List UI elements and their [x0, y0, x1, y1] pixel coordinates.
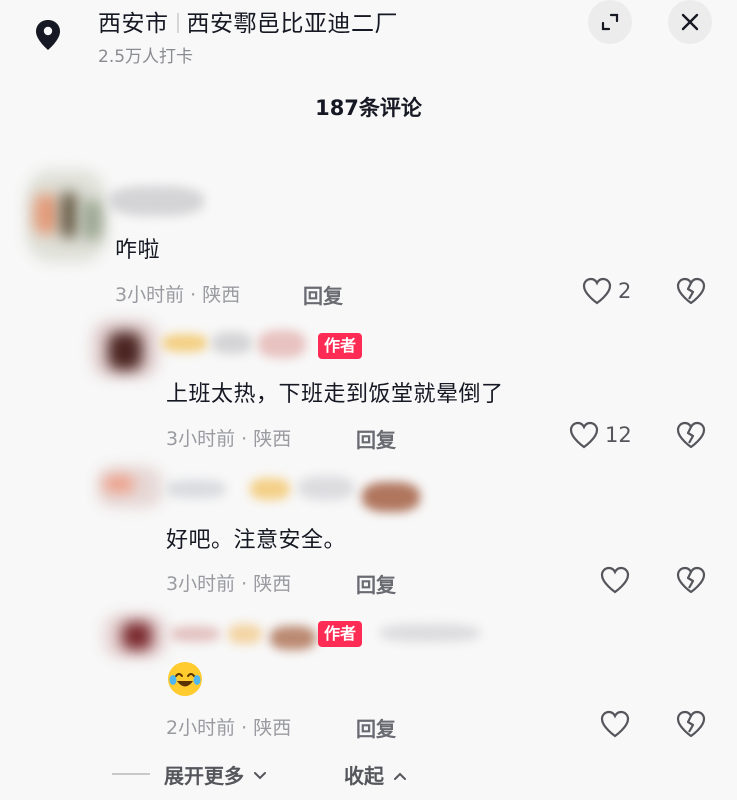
avatar[interactable]	[22, 170, 108, 262]
username-blurred[interactable]	[166, 472, 436, 526]
collapse-button[interactable]: 收起	[344, 760, 407, 789]
like-button[interactable]	[600, 710, 630, 738]
broken-heart-icon[interactable]	[676, 710, 706, 738]
crying-laughing-emoji-icon	[169, 673, 201, 687]
chevron-down-icon	[253, 772, 266, 780]
comment-time: 3小时前	[115, 284, 185, 306]
comment-region: 陕西	[253, 573, 292, 595]
place-name: 西安鄠邑比亚迪二厂	[186, 11, 398, 37]
reply-button[interactable]: 回复	[356, 713, 396, 742]
username-blurred[interactable]	[380, 620, 484, 650]
avatar[interactable]	[98, 462, 166, 512]
comment-region: 陕西	[202, 284, 241, 306]
comment-region: 陕西	[253, 717, 292, 739]
avatar[interactable]	[104, 610, 170, 662]
title-divider	[176, 13, 179, 33]
crying-laughing-emoji	[168, 662, 202, 696]
city-name: 西安市	[98, 11, 169, 37]
comment-time: 3小时前	[166, 573, 236, 595]
expand-more-label: 展开更多	[164, 764, 244, 788]
comment-meta: 2小时前 · 陕西	[166, 717, 292, 739]
username-blurred[interactable]	[170, 616, 320, 660]
comment-meta: 3小时前 · 陕西	[166, 428, 292, 450]
broken-heart-icon[interactable]	[676, 566, 706, 594]
heart-icon	[600, 710, 630, 738]
comment-meta: 3小时前 · 陕西	[166, 573, 292, 595]
author-tag: 作者	[318, 333, 363, 359]
close-icon	[681, 13, 699, 31]
comment-text: 好吧。注意安全。	[166, 528, 347, 553]
broken-heart-icon[interactable]	[676, 277, 706, 305]
comment-text: 咋啦	[115, 238, 161, 263]
like-button[interactable]: 12	[569, 421, 632, 449]
location-title[interactable]: 西安市 西安鄠邑比亚迪二厂	[98, 4, 398, 38]
close-button[interactable]	[668, 0, 712, 44]
reply-button[interactable]: 回复	[356, 569, 396, 598]
username-blurred[interactable]	[162, 326, 312, 370]
heart-icon	[582, 277, 612, 305]
expand-button[interactable]	[588, 0, 632, 44]
expand-more-button[interactable]: 展开更多	[164, 760, 267, 789]
avatar[interactable]	[92, 316, 162, 382]
chevron-up-icon	[393, 772, 406, 780]
username-blurred[interactable]	[108, 184, 208, 220]
comment-count: 187条评论	[315, 96, 422, 120]
footer-divider	[112, 773, 150, 775]
comment-time: 3小时前	[166, 428, 236, 450]
like-count: 2	[618, 279, 632, 303]
broken-heart-icon[interactable]	[676, 421, 706, 449]
comment-meta: 3小时前 · 陕西	[115, 284, 241, 306]
heart-icon	[600, 566, 630, 594]
like-count: 12	[605, 423, 632, 447]
heart-icon	[569, 421, 599, 449]
collapse-label: 收起	[344, 764, 384, 788]
comment-region: 陕西	[253, 428, 292, 450]
expand-icon	[601, 13, 619, 31]
author-tag: 作者	[318, 621, 363, 647]
comment-text: 上班太热，下班走到饭堂就晕倒了	[166, 382, 504, 407]
reply-button[interactable]: 回复	[303, 280, 343, 309]
like-button[interactable]: 2	[582, 277, 631, 305]
checkin-count: 2.5万人打卡	[98, 47, 194, 67]
like-button[interactable]	[600, 566, 630, 594]
reply-button[interactable]: 回复	[356, 424, 396, 453]
location-pin-icon	[36, 20, 60, 50]
comment-time: 2小时前	[166, 717, 236, 739]
